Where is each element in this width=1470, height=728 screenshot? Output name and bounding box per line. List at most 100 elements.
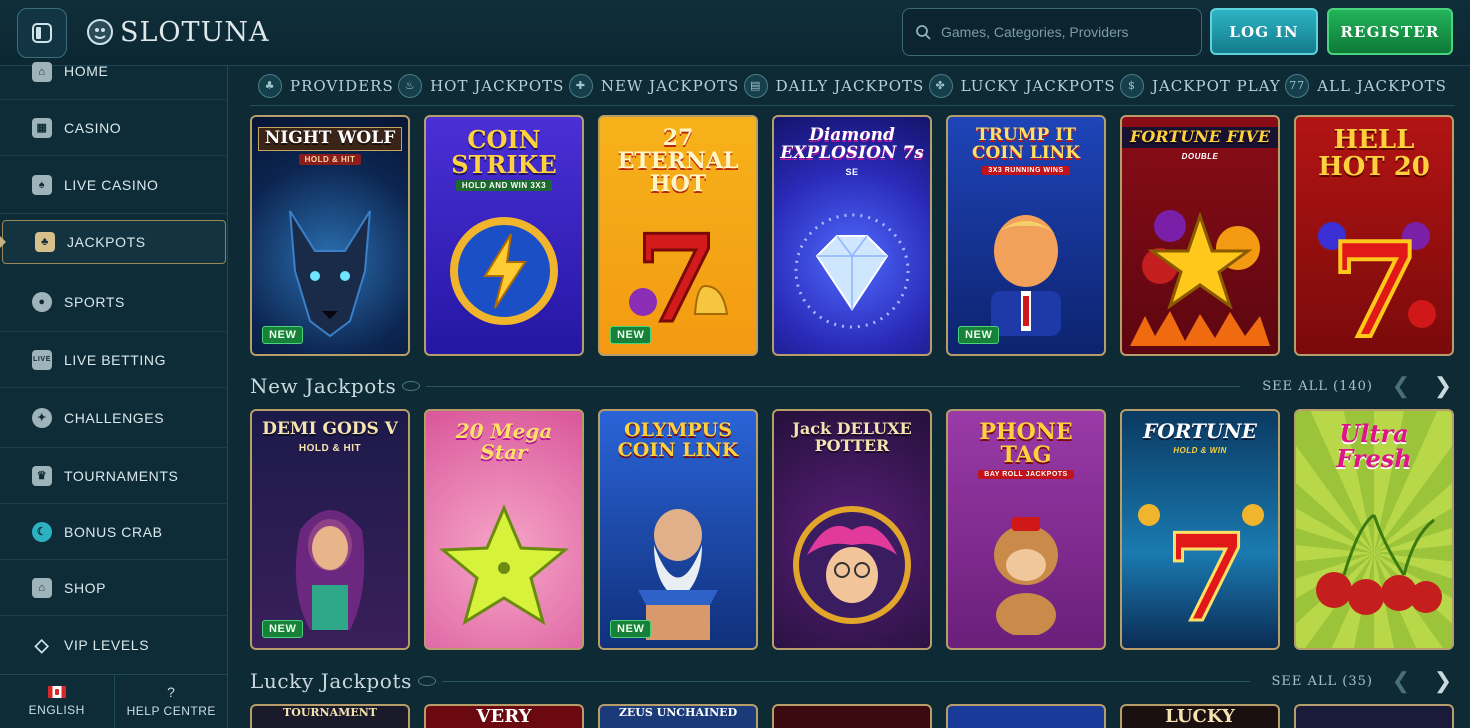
sidebar-item-jackpots[interactable]: ♣ JACKPOTS: [0, 220, 226, 264]
game-card[interactable]: FORTUNE HOLD & WIN 7: [1120, 409, 1280, 650]
game-card[interactable]: ZEUS UNCHAINED: [598, 704, 758, 728]
game-title: Diamond EXPLOSION 7s: [780, 125, 924, 163]
game-card[interactable]: NIGHT WOLF HOLD & HIT NEW: [250, 115, 410, 356]
jackpots-icon: ♣: [35, 232, 55, 252]
register-button[interactable]: REGISTER: [1327, 8, 1453, 55]
sidebar-item-live-betting[interactable]: LIVE LIVE BETTING: [0, 332, 228, 388]
game-title: COIN STRIKE: [451, 125, 557, 180]
sidebar-item-label: SPORTS: [64, 293, 125, 310]
sidebar: ⌂ HOME ▦ CASINO ♠ LIVE CASINO ♣ JACKPOTS…: [0, 62, 229, 728]
diamond-icon: ◇: [34, 634, 50, 655]
seven-art: 7: [1122, 481, 1278, 648]
see-all-link[interactable]: SEE ALL (35): [1272, 674, 1374, 689]
tab-daily-jackpots[interactable]: ▤ DAILY JACKPOTS: [743, 73, 925, 98]
game-title: OLYMPUS COIN LINK: [617, 419, 739, 461]
providers-icon: ♣: [258, 73, 282, 98]
tab-hot-jackpots[interactable]: ♨ HOT JACKPOTS: [398, 73, 564, 98]
login-button[interactable]: LOG IN: [1210, 8, 1318, 55]
casino-icon: ▦: [32, 117, 52, 138]
active-indicator: [0, 235, 6, 249]
sidebar-item-sports[interactable]: ● SPORTS: [0, 272, 228, 332]
category-tabs: ♣ PROVIDERS ♨ HOT JACKPOTS ✚ NEW JACKPOTS ▤…: [250, 66, 1455, 106]
game-subtitle: SE: [845, 166, 859, 177]
sidebar-item-label: TOURNAMENTS: [64, 467, 179, 484]
game-card[interactable]: TOURNAMENT: [250, 704, 410, 728]
game-row-top: NIGHT WOLF HOLD & HIT NEW COIN STRIKE HO…: [250, 115, 1455, 356]
see-all-link[interactable]: SEE ALL (140): [1262, 379, 1373, 394]
game-card[interactable]: TRUMP IT COIN LINK 3X3 RUNNING WINS NEW: [946, 115, 1106, 356]
tab-all-jackpots[interactable]: 77 ALL JACKPOTS: [1285, 73, 1447, 98]
section-title: Lucky Jackpots: [250, 669, 412, 693]
game-subtitle: BAY ROLL JACKPOTS: [978, 470, 1074, 480]
chevron-left-icon[interactable]: ❮: [1389, 668, 1413, 693]
sidebar-item-vip-levels[interactable]: ◇ VIP LEVELS: [0, 616, 228, 674]
site-logo[interactable]: SLOTUNA: [86, 12, 269, 52]
challenges-icon: ✦: [32, 407, 52, 428]
new-badge: NEW: [610, 620, 652, 638]
seven-icon: 77: [1285, 73, 1310, 98]
clover-icon: ✤: [928, 73, 953, 98]
sidebar-item-label: HOME: [64, 63, 109, 79]
game-card[interactable]: [1294, 704, 1454, 728]
sports-icon: ●: [32, 291, 52, 312]
search-box[interactable]: [902, 8, 1202, 56]
game-card[interactable]: HELL HOT 20 7: [1294, 115, 1454, 356]
game-card[interactable]: Jack DELUXE POTTER: [772, 409, 932, 650]
game-card[interactable]: 27 ETERNAL HOT 7 NEW: [598, 115, 758, 356]
new-badge: NEW: [262, 326, 304, 344]
menu-icon: [32, 23, 52, 43]
section-divider: [402, 380, 1241, 391]
monkey-art: [948, 481, 1104, 648]
game-card[interactable]: VERY: [424, 704, 584, 728]
lightning-coin-art: [426, 187, 582, 354]
sidebar-item-label: VIP LEVELS: [64, 637, 150, 653]
live-casino-icon: ♠: [32, 174, 52, 195]
sidebar-item-challenges[interactable]: ✦ CHALLENGES: [0, 388, 228, 448]
game-card[interactable]: LUCKY: [1120, 704, 1280, 728]
tab-new-jackpots[interactable]: ✚ NEW JACKPOTS: [568, 73, 740, 98]
game-card[interactable]: COIN STRIKE HOLD AND WIN 3x3: [424, 115, 584, 356]
home-icon: ⌂: [32, 62, 52, 82]
game-card[interactable]: [946, 704, 1106, 728]
sidebar-item-live-casino[interactable]: ♠ LIVE CASINO: [0, 156, 228, 214]
game-title: HELL HOT 20: [1318, 125, 1430, 183]
game-card[interactable]: Diamond EXPLOSION 7s SE: [772, 115, 932, 356]
tab-label: DAILY JACKPOTS: [775, 76, 925, 95]
flame-icon: ♨: [398, 73, 423, 98]
game-card[interactable]: 20 Mega Star: [424, 409, 584, 650]
chevron-left-icon[interactable]: ❮: [1389, 373, 1413, 398]
chevron-right-icon[interactable]: ❯: [1431, 373, 1455, 398]
game-card[interactable]: PHONE TAG BAY ROLL JACKPOTS: [946, 409, 1106, 650]
game-card[interactable]: [772, 704, 932, 728]
tab-lucky-jackpots[interactable]: ✤ LUCKY JACKPOTS: [928, 73, 1116, 98]
tab-label: JACKPOT PLAY: [1151, 76, 1281, 95]
help-centre-link[interactable]: ? HELP CENTRE: [113, 675, 229, 728]
tab-label: PROVIDERS: [290, 76, 394, 95]
chevron-right-icon[interactable]: ❯: [1431, 668, 1455, 693]
game-card[interactable]: FORTUNE FIVE Double: [1120, 115, 1280, 356]
sidebar-item-casino[interactable]: ▦ CASINO: [0, 100, 228, 156]
game-card[interactable]: DEMI GODS V HOLD & HIT NEW: [250, 409, 410, 650]
language-selector[interactable]: ENGLISH: [0, 675, 114, 728]
game-subtitle: Double: [1181, 151, 1219, 161]
game-card[interactable]: Ultra Fresh: [1294, 409, 1454, 650]
tab-jackpot-play[interactable]: $ JACKPOT PLAY: [1119, 73, 1281, 98]
bonus-crab-icon: ☾: [32, 521, 52, 542]
sidebar-item-tournaments[interactable]: ♛ TOURNAMENTS: [0, 448, 228, 504]
new-badge: NEW: [262, 620, 304, 638]
sidebar-item-shop[interactable]: ⌂ SHOP: [0, 560, 228, 616]
sidebar-item-label: CASINO: [64, 119, 122, 136]
tab-providers[interactable]: ♣ PROVIDERS: [258, 73, 394, 98]
sidebar-toggle-button[interactable]: [17, 8, 67, 58]
game-card[interactable]: OLYMPUS COIN LINK NEW: [598, 409, 758, 650]
jester-art: [774, 481, 930, 648]
tournaments-icon: ♛: [32, 465, 52, 486]
search-input[interactable]: [941, 24, 1181, 40]
help-icon: ?: [167, 684, 176, 700]
top-header: SLOTUNA LOG IN REGISTER: [0, 0, 1470, 66]
tab-label: NEW JACKPOTS: [600, 76, 740, 95]
sidebar-item-bonus-crab[interactable]: ☾ BONUS CRAB: [0, 504, 228, 560]
game-row-lucky-jackpots: TOURNAMENT VERY ZEUS UNCHAINED LUCKY: [250, 704, 1455, 728]
game-title: Jack DELUXE POTTER: [792, 419, 912, 455]
sidebar-item-home[interactable]: ⌂ HOME: [0, 62, 228, 100]
